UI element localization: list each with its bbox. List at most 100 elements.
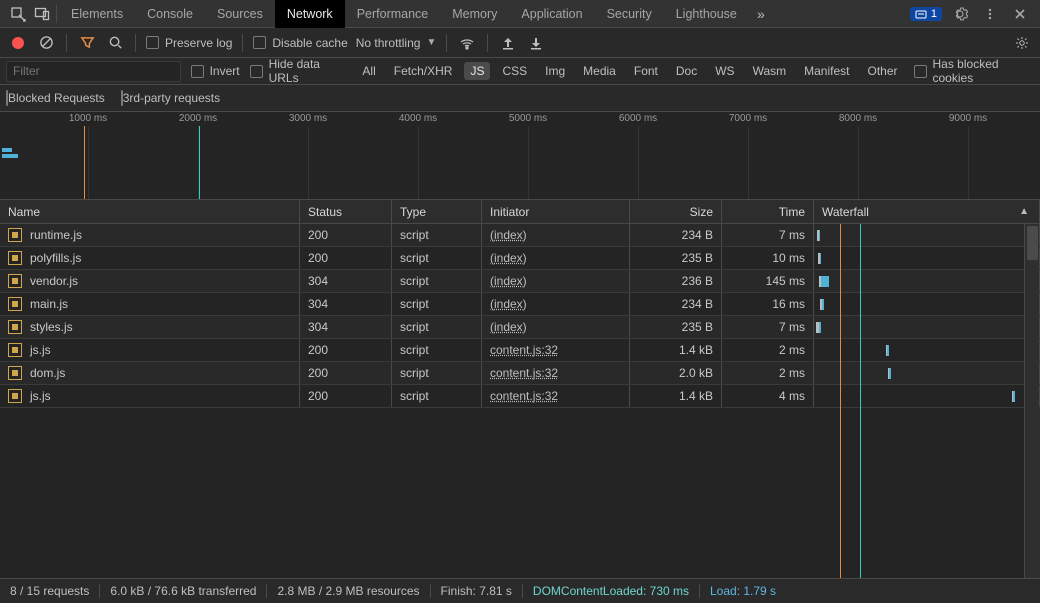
type-media[interactable]: Media (577, 62, 622, 80)
throttling-select[interactable]: No throttling ▼ (356, 36, 437, 50)
record-button[interactable] (8, 33, 28, 53)
table-row[interactable]: js.js200scriptcontent.js:321.4 kB4 ms (0, 385, 1040, 408)
table-header: Name Status Type Initiator Size Time Wat… (0, 200, 1040, 224)
request-initiator[interactable]: content.js:32 (490, 366, 558, 380)
download-har-icon[interactable] (526, 33, 546, 53)
inspect-element-icon[interactable] (6, 2, 30, 26)
search-icon[interactable] (105, 33, 125, 53)
request-initiator[interactable]: content.js:32 (490, 389, 558, 403)
table-row[interactable]: vendor.js304script(index)236 B145 ms (0, 270, 1040, 293)
request-rows: runtime.js200script(index)234 B7 mspolyf… (0, 224, 1040, 578)
close-devtools-icon[interactable] (1008, 2, 1032, 26)
overview-load-marker (199, 126, 200, 199)
status-load: Load: 1.79 s (710, 584, 776, 598)
settings-icon[interactable] (948, 2, 972, 26)
filter-input[interactable] (6, 61, 181, 82)
col-status[interactable]: Status (300, 200, 392, 223)
request-type: script (392, 270, 482, 292)
type-wasm[interactable]: Wasm (747, 62, 793, 80)
col-type[interactable]: Type (392, 200, 482, 223)
preserve-log-checkbox[interactable]: Preserve log (146, 36, 232, 50)
type-doc[interactable]: Doc (670, 62, 703, 80)
tab-network[interactable]: Network (275, 0, 345, 28)
device-toolbar-icon[interactable] (30, 2, 54, 26)
tab-lighthouse[interactable]: Lighthouse (664, 0, 749, 28)
wifi-icon[interactable] (457, 33, 477, 53)
request-time: 145 ms (722, 270, 814, 292)
col-waterfall[interactable]: Waterfall ▲ (814, 200, 1040, 223)
hide-data-urls-checkbox[interactable]: Hide data URLs (250, 57, 347, 85)
col-initiator[interactable]: Initiator (482, 200, 630, 223)
request-time: 4 ms (722, 385, 814, 407)
table-row[interactable]: js.js200scriptcontent.js:321.4 kB2 ms (0, 339, 1040, 362)
type-other[interactable]: Other (861, 62, 903, 80)
type-js[interactable]: JS (464, 62, 490, 80)
col-size[interactable]: Size (630, 200, 722, 223)
col-time[interactable]: Time (722, 200, 814, 223)
overview-bar (2, 148, 12, 152)
filter-bar-2: Blocked Requests 3rd-party requests (0, 85, 1040, 112)
has-blocked-cookies-checkbox[interactable]: Has blocked cookies (914, 57, 1035, 85)
tab-security[interactable]: Security (595, 0, 664, 28)
type-manifest[interactable]: Manifest (798, 62, 855, 80)
separator (487, 34, 488, 52)
request-type: script (392, 224, 482, 246)
type-css[interactable]: CSS (496, 62, 533, 80)
request-status: 304 (300, 316, 392, 338)
tab-memory[interactable]: Memory (440, 0, 509, 28)
request-status: 304 (300, 270, 392, 292)
request-type: script (392, 293, 482, 315)
separator (446, 34, 447, 52)
tab-application[interactable]: Application (509, 0, 594, 28)
blocked-requests-checkbox[interactable]: Blocked Requests (6, 91, 105, 105)
type-fetch-xhr[interactable]: Fetch/XHR (388, 62, 459, 80)
status-resources: 2.8 MB / 2.9 MB resources (277, 584, 419, 598)
issues-badge[interactable]: 1 (910, 7, 942, 21)
table-row[interactable]: styles.js304script(index)235 B7 ms (0, 316, 1040, 339)
request-waterfall-cell (814, 293, 1040, 315)
request-initiator[interactable]: (index) (490, 320, 527, 334)
tab-elements[interactable]: Elements (59, 0, 135, 28)
request-initiator[interactable]: content.js:32 (490, 343, 558, 357)
request-waterfall-cell (814, 385, 1040, 407)
type-font[interactable]: Font (628, 62, 664, 80)
table-row[interactable]: main.js304script(index)234 B16 ms (0, 293, 1040, 316)
tab-performance[interactable]: Performance (345, 0, 441, 28)
separator (242, 34, 243, 52)
issues-count: 1 (931, 8, 937, 20)
script-file-icon (8, 320, 22, 334)
more-tabs-icon[interactable]: » (749, 2, 773, 26)
col-name[interactable]: Name (0, 200, 300, 223)
request-waterfall-cell (814, 339, 1040, 361)
clear-icon[interactable] (36, 33, 56, 53)
filter-icon[interactable] (77, 33, 97, 53)
type-ws[interactable]: WS (709, 62, 740, 80)
tab-sources[interactable]: Sources (205, 0, 275, 28)
table-row[interactable]: runtime.js200script(index)234 B7 ms (0, 224, 1040, 247)
request-size: 1.4 kB (630, 339, 722, 361)
request-name: vendor.js (30, 274, 78, 288)
type-all[interactable]: All (356, 62, 381, 80)
request-waterfall-cell (814, 316, 1040, 338)
chevron-down-icon: ▼ (426, 37, 436, 48)
table-row[interactable]: polyfills.js200script(index)235 B10 ms (0, 247, 1040, 270)
request-time: 7 ms (722, 316, 814, 338)
kebab-menu-icon[interactable] (978, 2, 1002, 26)
network-settings-icon[interactable] (1012, 33, 1032, 53)
invert-checkbox[interactable]: Invert (191, 64, 240, 78)
request-time: 16 ms (722, 293, 814, 315)
type-img[interactable]: Img (539, 62, 571, 80)
request-initiator[interactable]: (index) (490, 297, 527, 311)
upload-har-icon[interactable] (498, 33, 518, 53)
overview-timeline[interactable]: 1000 ms 2000 ms 3000 ms 4000 ms 5000 ms … (0, 112, 1040, 200)
disable-cache-checkbox[interactable]: Disable cache (253, 36, 347, 50)
request-waterfall-cell (814, 224, 1040, 246)
request-initiator[interactable]: (index) (490, 251, 527, 265)
request-initiator[interactable]: (index) (490, 274, 527, 288)
request-initiator[interactable]: (index) (490, 228, 527, 242)
tab-console[interactable]: Console (135, 0, 205, 28)
request-name: js.js (30, 343, 51, 357)
table-row[interactable]: dom.js200scriptcontent.js:322.0 kB2 ms (0, 362, 1040, 385)
status-transferred: 6.0 kB / 76.6 kB transferred (110, 584, 256, 598)
third-party-checkbox[interactable]: 3rd-party requests (121, 91, 220, 105)
